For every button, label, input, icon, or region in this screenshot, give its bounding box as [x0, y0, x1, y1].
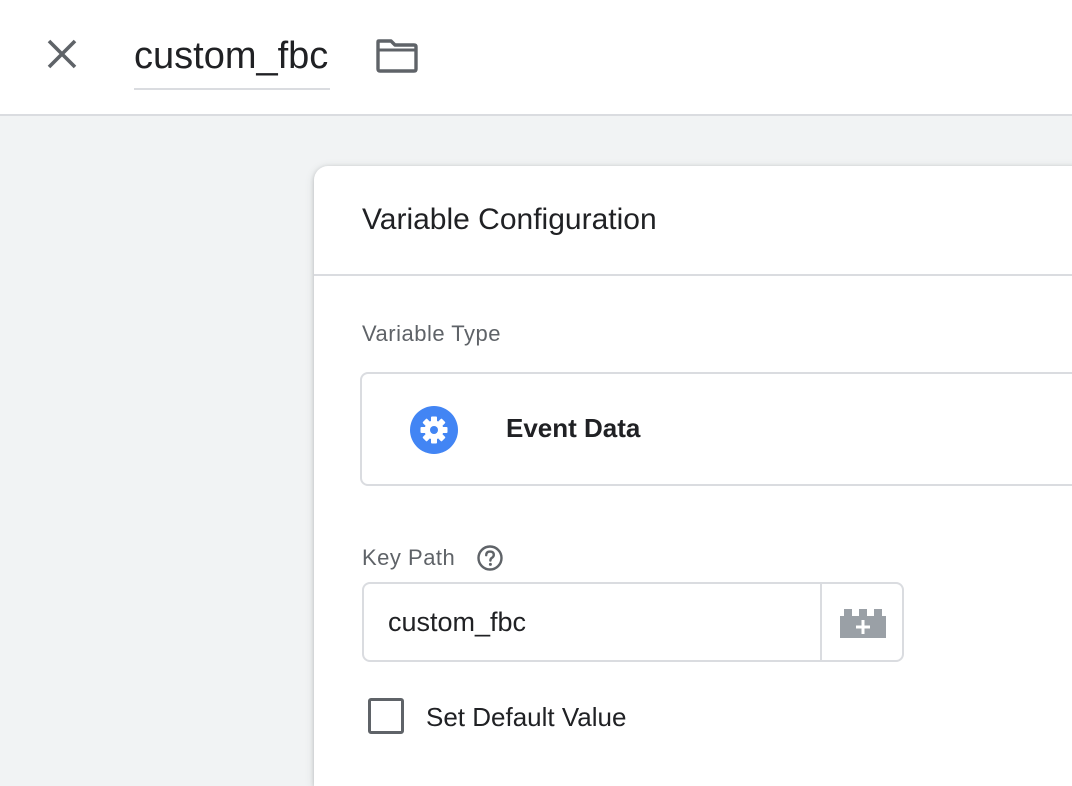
help-icon[interactable]	[476, 544, 504, 572]
variable-type-label: Variable Type	[362, 321, 501, 346]
top-bar: custom_fbc	[0, 0, 1072, 116]
close-icon	[47, 39, 77, 69]
card-header: Variable Configuration	[314, 166, 1072, 276]
gear-icon	[410, 406, 458, 454]
folder-button[interactable]	[374, 36, 420, 76]
set-default-value-label: Set Default Value	[426, 702, 627, 732]
close-button[interactable]	[38, 30, 86, 78]
variable-picker-button[interactable]	[820, 584, 902, 660]
variable-picker-icon	[840, 609, 886, 638]
key-path-label: Key Path	[362, 545, 456, 570]
key-path-input[interactable]	[364, 584, 820, 660]
set-default-value-checkbox[interactable]	[368, 698, 404, 734]
variable-type-selector[interactable]: Event Data	[360, 372, 1072, 486]
variable-type-name: Event Data	[506, 413, 641, 443]
key-path-field-group	[362, 582, 904, 662]
variable-name-field[interactable]: custom_fbc	[134, 30, 331, 90]
variable-configuration-card: Variable Configuration Variable Type Eve…	[314, 166, 1072, 786]
folder-icon	[376, 39, 418, 73]
card-title: Variable Configuration	[362, 203, 657, 236]
